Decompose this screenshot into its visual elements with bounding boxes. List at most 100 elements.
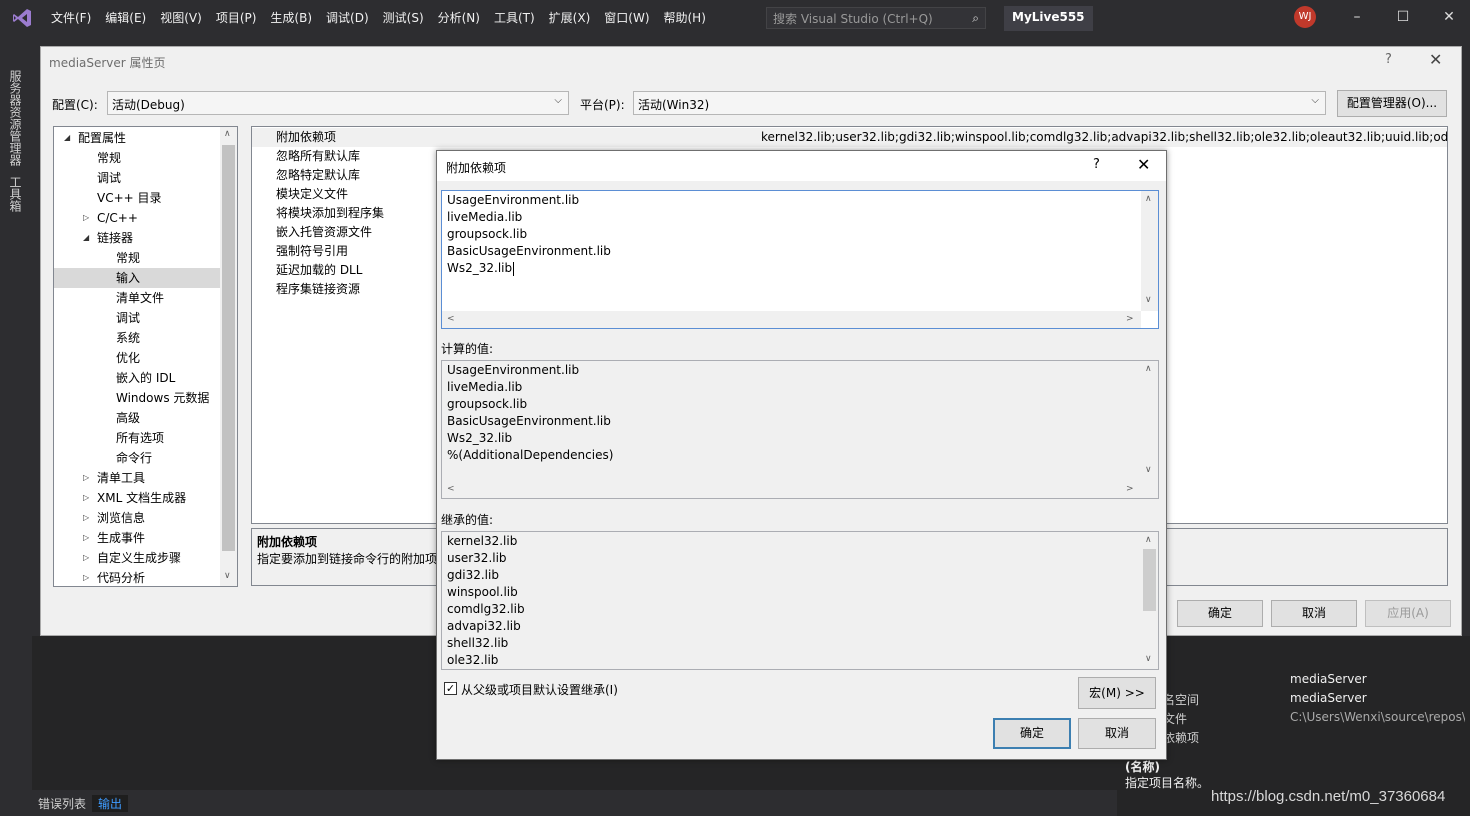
tree-item-label: 调试: [116, 311, 141, 325]
dependencies-edit-box[interactable]: UsageEnvironment.lib liveMedia.lib groupso…: [441, 190, 1159, 329]
computed-hscrollbar[interactable]: < >: [442, 481, 1141, 498]
cancel-button[interactable]: 取消: [1078, 718, 1156, 749]
expand-arrow-icon[interactable]: ▷: [83, 548, 89, 568]
tree-item[interactable]: ◢ 链接器: [54, 228, 220, 248]
search-icon[interactable]: ⌕: [972, 11, 979, 26]
expand-arrow-icon[interactable]: ▷: [83, 508, 89, 528]
macro-button[interactable]: 宏(M) >>: [1078, 677, 1156, 709]
menu-item[interactable]: 视图(V): [153, 0, 209, 36]
tree-item[interactable]: 调试: [54, 168, 220, 188]
tree-item-label: 优化: [116, 351, 141, 365]
minimize-icon[interactable]: –: [1342, 6, 1372, 28]
scroll-down-icon[interactable]: ∨: [1145, 654, 1152, 664]
tree-item[interactable]: 调试: [54, 308, 220, 328]
tree-item[interactable]: ▷ 自定义生成步骤: [54, 548, 220, 568]
inherited-vscrollbar[interactable]: ∧ ∨: [1141, 532, 1158, 669]
expand-arrow-icon[interactable]: ▷: [83, 468, 89, 488]
property-row[interactable]: 依赖项: [1117, 729, 1470, 748]
edit-hscrollbar[interactable]: < >: [442, 311, 1141, 328]
tree-item[interactable]: 高级: [54, 408, 220, 428]
menu-item[interactable]: 窗口(W): [597, 0, 656, 36]
expand-arrow-icon[interactable]: ▷: [83, 208, 89, 228]
inherit-checkbox-label[interactable]: 从父级或项目默认设置继承(I): [461, 681, 618, 698]
computed-vscrollbar[interactable]: ∧ ∨: [1141, 361, 1158, 481]
menu-item[interactable]: 扩展(X): [542, 0, 598, 36]
close-icon[interactable]: ✕: [1429, 50, 1442, 69]
close-icon[interactable]: ✕: [1137, 155, 1150, 174]
tree-item[interactable]: ▷ 生成事件: [54, 528, 220, 548]
tree-item[interactable]: ▷ 代码分析: [54, 568, 220, 586]
scrollbar-thumb[interactable]: [1143, 549, 1156, 611]
menu-item[interactable]: 帮助(H): [657, 0, 713, 36]
tree-item[interactable]: Windows 元数据: [54, 388, 220, 408]
tree-item[interactable]: ▷ C/C++: [54, 208, 220, 228]
text-line: ole32.lib: [447, 653, 499, 667]
text-line: BasicUsageEnvironment.lib: [447, 414, 611, 428]
tree-item[interactable]: 嵌入的 IDL: [54, 368, 220, 388]
platform-select[interactable]: 活动(Win32) ⌵: [633, 91, 1326, 115]
apply-button[interactable]: 应用(A): [1365, 600, 1451, 627]
tree-item[interactable]: VC++ 目录: [54, 188, 220, 208]
scroll-up-icon[interactable]: ∧: [1145, 535, 1152, 545]
tab-error-list[interactable]: 错误列表: [32, 795, 92, 812]
scroll-down-icon[interactable]: ∨: [1145, 295, 1152, 305]
expand-arrow-icon[interactable]: ▷: [83, 528, 89, 548]
scroll-up-icon[interactable]: ∧: [224, 129, 231, 139]
scroll-down-icon[interactable]: ∨: [224, 571, 231, 581]
menu-item[interactable]: 测试(S): [376, 0, 431, 36]
property-row[interactable]: 文件 C:\Users\Wenxi\source\repos\: [1117, 710, 1470, 729]
tree-item[interactable]: 命令行: [54, 448, 220, 468]
config-select[interactable]: 活动(Debug) ⌵: [107, 91, 569, 115]
ok-button[interactable]: 确定: [993, 718, 1071, 749]
menu-item[interactable]: 分析(N): [431, 0, 487, 36]
expand-arrow-icon[interactable]: ▷: [83, 488, 89, 508]
scroll-left-icon[interactable]: <: [447, 314, 455, 324]
tree-item[interactable]: 清单文件: [54, 288, 220, 308]
tree-item[interactable]: ▷ XML 文档生成器: [54, 488, 220, 508]
tree-item[interactable]: 系统: [54, 328, 220, 348]
scroll-up-icon[interactable]: ∧: [1145, 194, 1152, 204]
tree-scrollbar[interactable]: ∧ ∨: [220, 127, 237, 586]
close-icon[interactable]: ✕: [1434, 6, 1464, 28]
tree-item[interactable]: ▷ 清单工具: [54, 468, 220, 488]
collapse-arrow-icon[interactable]: ◢: [83, 228, 89, 248]
tree-item[interactable]: 所有选项: [54, 428, 220, 448]
scroll-up-icon[interactable]: ∧: [1145, 364, 1152, 374]
tree-item[interactable]: 常规: [54, 148, 220, 168]
scroll-left-icon[interactable]: <: [447, 484, 455, 494]
tree-item[interactable]: 输入: [54, 268, 220, 288]
menu-item[interactable]: 编辑(E): [98, 0, 153, 36]
scrollbar-thumb[interactable]: [222, 145, 235, 551]
property-row[interactable]: )mediaServer: [1117, 672, 1470, 691]
ok-button[interactable]: 确定: [1177, 600, 1263, 627]
menu-item[interactable]: 生成(B): [263, 0, 319, 36]
menu-item[interactable]: 项目(P): [209, 0, 264, 36]
config-manager-button[interactable]: 配置管理器(O)...: [1337, 90, 1447, 117]
scroll-right-icon[interactable]: >: [1126, 484, 1134, 494]
property-name: 强制符号引用: [276, 244, 349, 258]
property-row[interactable]: 名空间 mediaServer: [1117, 691, 1470, 710]
property-row[interactable]: 附加依赖项 kernel32.lib;user32.lib;gdi32.lib;w…: [252, 128, 1447, 147]
collapse-arrow-icon[interactable]: ◢: [64, 128, 70, 148]
menu-item[interactable]: 工具(T): [487, 0, 542, 36]
tree-item[interactable]: ◢ 配置属性: [54, 128, 220, 148]
help-icon[interactable]: ?: [1385, 52, 1392, 67]
expand-arrow-icon[interactable]: ▷: [83, 568, 89, 586]
help-icon[interactable]: ?: [1093, 157, 1100, 172]
tree-item[interactable]: 优化: [54, 348, 220, 368]
menu-item[interactable]: 文件(F): [44, 0, 98, 36]
tab-output[interactable]: 输出: [92, 794, 129, 812]
scroll-down-icon[interactable]: ∨: [1145, 465, 1152, 475]
tree-item[interactable]: ▷ 浏览信息: [54, 508, 220, 528]
edit-vscrollbar[interactable]: ∧ ∨: [1141, 191, 1158, 311]
tab-toolbox[interactable]: 工具箱: [7, 176, 24, 212]
tree-item[interactable]: 常规: [54, 248, 220, 268]
user-avatar[interactable]: WJ: [1294, 6, 1316, 28]
maximize-icon[interactable]: ☐: [1388, 6, 1418, 28]
tab-server-explorer[interactable]: 服务器资源管理器: [7, 70, 24, 166]
menu-item[interactable]: 调试(D): [319, 0, 376, 36]
scroll-right-icon[interactable]: >: [1126, 314, 1134, 324]
cancel-button[interactable]: 取消: [1271, 600, 1357, 627]
search-input[interactable]: 搜索 Visual Studio (Ctrl+Q) ⌕: [766, 7, 986, 29]
inherit-checkbox[interactable]: ✓: [444, 682, 457, 695]
